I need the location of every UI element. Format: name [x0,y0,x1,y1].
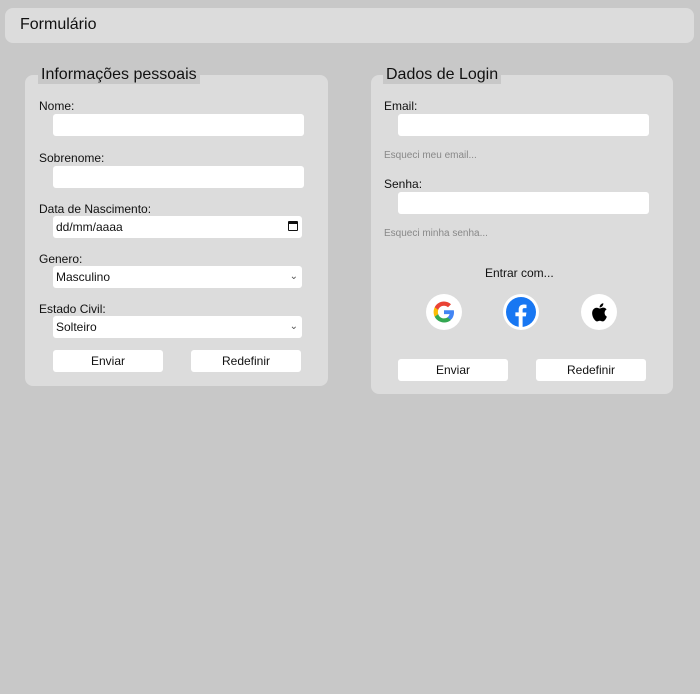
chevron-down-icon: ⌄ [289,321,298,332]
nascimento-date-input[interactable]: dd/mm/aaaa [53,216,302,238]
senha-label: Senha: [384,177,423,191]
forgot-password-link[interactable]: Esqueci minha senha... [384,228,488,239]
calendar-icon[interactable] [288,221,298,231]
genero-selected-value: Masculino [56,270,111,284]
estado-civil-selected-value: Solteiro [56,320,97,334]
login-submit-button[interactable]: Enviar [398,359,508,381]
login-reset-button[interactable]: Redefinir [536,359,646,381]
email-input[interactable] [398,114,649,136]
nome-input[interactable] [53,114,304,136]
sobrenome-label: Sobrenome: [39,151,105,165]
personal-reset-button[interactable]: Redefinir [191,350,301,372]
chevron-down-icon: ⌄ [289,271,298,282]
apple-icon[interactable] [581,294,617,330]
estado-civil-select[interactable]: Solteiro ⌄ [53,316,302,338]
genero-select[interactable]: Masculino ⌄ [53,266,302,288]
senha-input[interactable] [398,192,649,214]
email-label: Email: [384,99,418,113]
nome-label: Nome: [39,99,75,113]
google-icon[interactable] [426,294,462,330]
personal-info-legend: Informações pessoais [38,66,200,84]
forgot-email-link[interactable]: Esqueci meu email... [384,150,477,161]
enter-with-label: Entrar com... [485,266,554,280]
page-title: Formulário [20,16,97,33]
login-legend: Dados de Login [383,66,502,84]
estado-civil-label: Estado Civil: [39,302,106,316]
sobrenome-input[interactable] [53,166,304,188]
facebook-icon[interactable] [503,294,539,330]
nascimento-placeholder: dd/mm/aaaa [56,220,123,234]
page-header: Formulário [5,8,694,43]
nascimento-label: Data de Nascimento: [39,202,152,216]
personal-submit-button[interactable]: Enviar [53,350,163,372]
genero-label: Genero: [39,252,83,266]
